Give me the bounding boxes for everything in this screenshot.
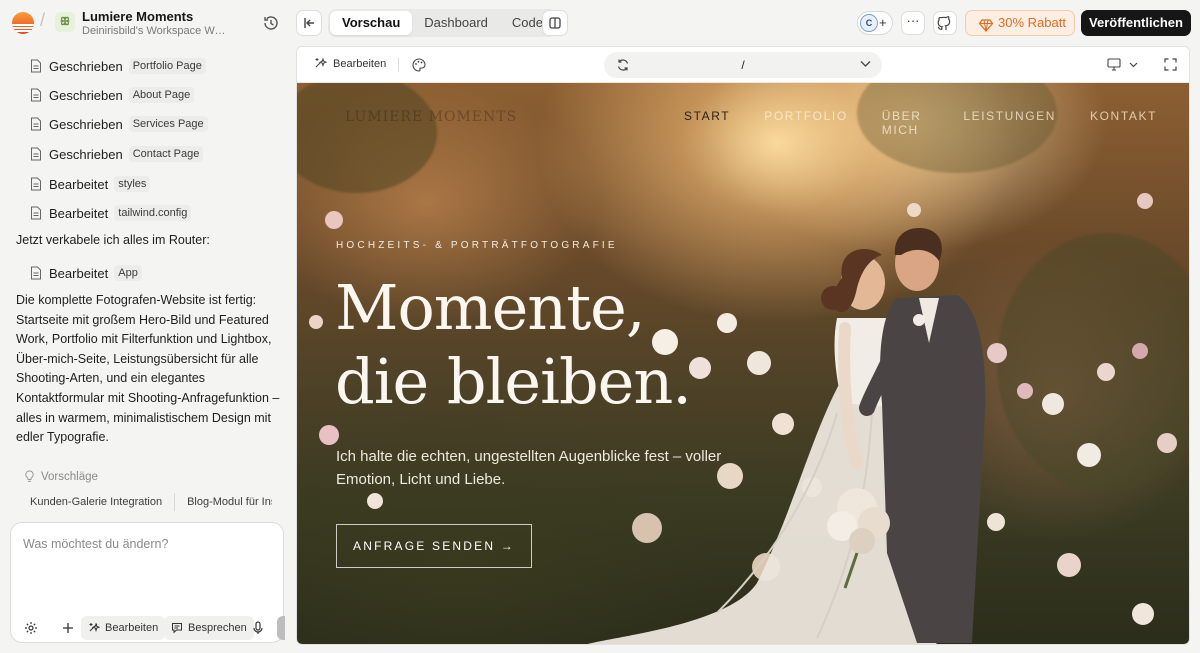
suggestion-chip[interactable]: Kunden-Galerie Integration (22, 492, 170, 512)
preview-toolbar: Bearbeiten / (297, 47, 1189, 83)
tab-dashboard[interactable]: Dashboard (412, 11, 500, 35)
avatar[interactable]: C (860, 14, 878, 32)
microphone-icon[interactable] (252, 616, 269, 640)
file-tag: Portfolio Page (128, 58, 206, 74)
suggestion-chip[interactable]: Blog-Modul für Inspiration (179, 492, 272, 512)
collapse-sidebar-icon[interactable] (296, 10, 322, 36)
file-action-label: Geschrieben (49, 87, 123, 103)
discuss-mode-button[interactable]: Besprechen (164, 616, 254, 640)
chevron-down-icon[interactable] (860, 60, 871, 68)
nav-item-start[interactable]: START (684, 109, 730, 137)
file-action-row[interactable]: Geschrieben Portfolio Page (30, 56, 206, 76)
add-attachment-icon[interactable] (61, 616, 80, 640)
site-logo[interactable]: LUMIERE MOMENTS (345, 109, 517, 125)
tab-vorschau[interactable]: Vorschau (330, 11, 413, 35)
url-path: / (741, 58, 745, 72)
chat-bubble-icon (172, 623, 182, 634)
breadcrumb-separator: / (40, 10, 46, 30)
hero-title-line: die bleiben. (335, 345, 692, 418)
suggestions-label: Vorschläge (41, 470, 98, 483)
sparkle-icon (89, 622, 100, 633)
project-icon: ꕥ (55, 12, 75, 32)
split-view-icon[interactable] (542, 10, 568, 36)
collaborators[interactable]: C + (857, 11, 893, 35)
address-bar[interactable]: / (604, 52, 882, 78)
file-action-label: Bearbeitet (49, 265, 109, 281)
file-icon (31, 117, 41, 131)
github-icon[interactable] (933, 11, 957, 35)
file-icon (31, 147, 41, 161)
gem-icon (978, 16, 994, 40)
file-tag: styles (114, 176, 151, 192)
hero-subtitle: Ich halte die echten, ungestellten Augen… (336, 448, 722, 488)
app-logo-icon[interactable] (12, 12, 34, 34)
file-action-row[interactable]: Geschrieben Services Page (30, 114, 208, 134)
lightbulb-icon (25, 470, 34, 482)
settings-icon[interactable] (24, 616, 43, 640)
nav-item-services[interactable]: LEISTUNGEN (963, 109, 1056, 137)
file-tag: About Page (128, 87, 195, 103)
file-action-row[interactable]: Geschrieben Contact Page (30, 144, 204, 164)
hero-title-line: Momente, (335, 271, 646, 344)
file-action-label: Geschrieben (49, 146, 123, 162)
nav-item-contact[interactable]: KONTAKT (1090, 109, 1157, 137)
file-action-label: Geschrieben (49, 116, 123, 132)
file-action-row[interactable]: Geschrieben About Page (30, 85, 195, 105)
workspace-subtitle[interactable]: Deinirisbild's Workspace Wor... (82, 25, 228, 37)
message-input[interactable] (23, 537, 273, 587)
hero-title: Momente, die bleiben. (335, 271, 692, 419)
file-icon (31, 59, 41, 73)
file-icon (31, 206, 41, 220)
hero-eyebrow: HOCHZEITS- & PORTRÄTFOTOGRAFIE (336, 240, 618, 251)
inquiry-button[interactable]: ANFRAGE SENDEN → (336, 524, 532, 568)
discount-label: 30% Rabatt (998, 15, 1066, 30)
discuss-mode-label: Besprechen (188, 622, 247, 634)
suggestion-chips: Kunden-Galerie Integration Blog-Modul für… (22, 492, 272, 514)
top-bar: / ꕥ Lumiere Moments Deinirisbild's Works… (0, 0, 1200, 46)
file-action-label: Geschrieben (49, 58, 123, 74)
assistant-summary-message: Die komplette Fotografen-Website ist fer… (16, 293, 280, 445)
monitor-icon (1107, 58, 1121, 71)
sparkle-icon (315, 57, 327, 68)
fullscreen-icon[interactable] (1164, 58, 1177, 76)
file-tag: tailwind.config (114, 205, 192, 221)
visual-edit-label: Bearbeiten (333, 57, 387, 70)
edit-mode-label: Bearbeiten (105, 622, 159, 634)
add-collaborator-icon[interactable]: + (879, 15, 887, 30)
file-icon (31, 88, 41, 102)
publish-button[interactable]: Veröffentlichen (1081, 10, 1191, 36)
suggestions-header: Vorschläge (24, 470, 98, 483)
file-action-row[interactable]: Bearbeitet styles (30, 174, 151, 194)
file-action-label: Bearbeitet (49, 176, 109, 192)
nav-item-about[interactable]: ÜBER MICH (882, 109, 930, 137)
chat-panel: Geschrieben Portfolio Page Geschrieben A… (0, 46, 296, 653)
file-icon (31, 266, 41, 280)
send-button[interactable] (277, 616, 285, 640)
assistant-message: Jetzt verkabele ich alles im Router: (16, 233, 210, 247)
device-switcher[interactable] (1107, 58, 1138, 71)
preview-pane: Bearbeiten / LUMIERE MOMENTS START PORTF… (296, 46, 1190, 645)
chevron-down-icon (1129, 62, 1138, 67)
file-tag: Services Page (128, 116, 208, 132)
file-icon (31, 177, 41, 191)
file-action-row[interactable]: Bearbeitet App (30, 263, 142, 283)
visual-edit-button[interactable]: Bearbeiten (314, 57, 386, 70)
discount-button[interactable]: 30% Rabatt (965, 10, 1075, 36)
view-tabs: Vorschau Dashboard Code (328, 9, 557, 37)
message-composer: Bearbeiten Besprechen (10, 522, 285, 643)
history-icon[interactable] (260, 12, 282, 34)
file-tag: App (114, 265, 142, 281)
edit-mode-button[interactable]: Bearbeiten (81, 616, 166, 640)
file-tag: Contact Page (128, 146, 204, 162)
more-options-icon[interactable]: ··· (901, 11, 925, 35)
palette-icon[interactable] (412, 58, 426, 72)
project-title[interactable]: Lumiere Moments (82, 9, 193, 24)
site-navigation: START PORTFOLIO ÜBER MICH LEISTUNGEN KON… (684, 109, 1189, 137)
nav-item-portfolio[interactable]: PORTFOLIO (764, 109, 848, 137)
file-action-row[interactable]: Bearbeitet tailwind.config (30, 203, 192, 223)
website-hero: LUMIERE MOMENTS START PORTFOLIO ÜBER MIC… (297, 83, 1189, 644)
file-action-label: Bearbeitet (49, 205, 109, 221)
